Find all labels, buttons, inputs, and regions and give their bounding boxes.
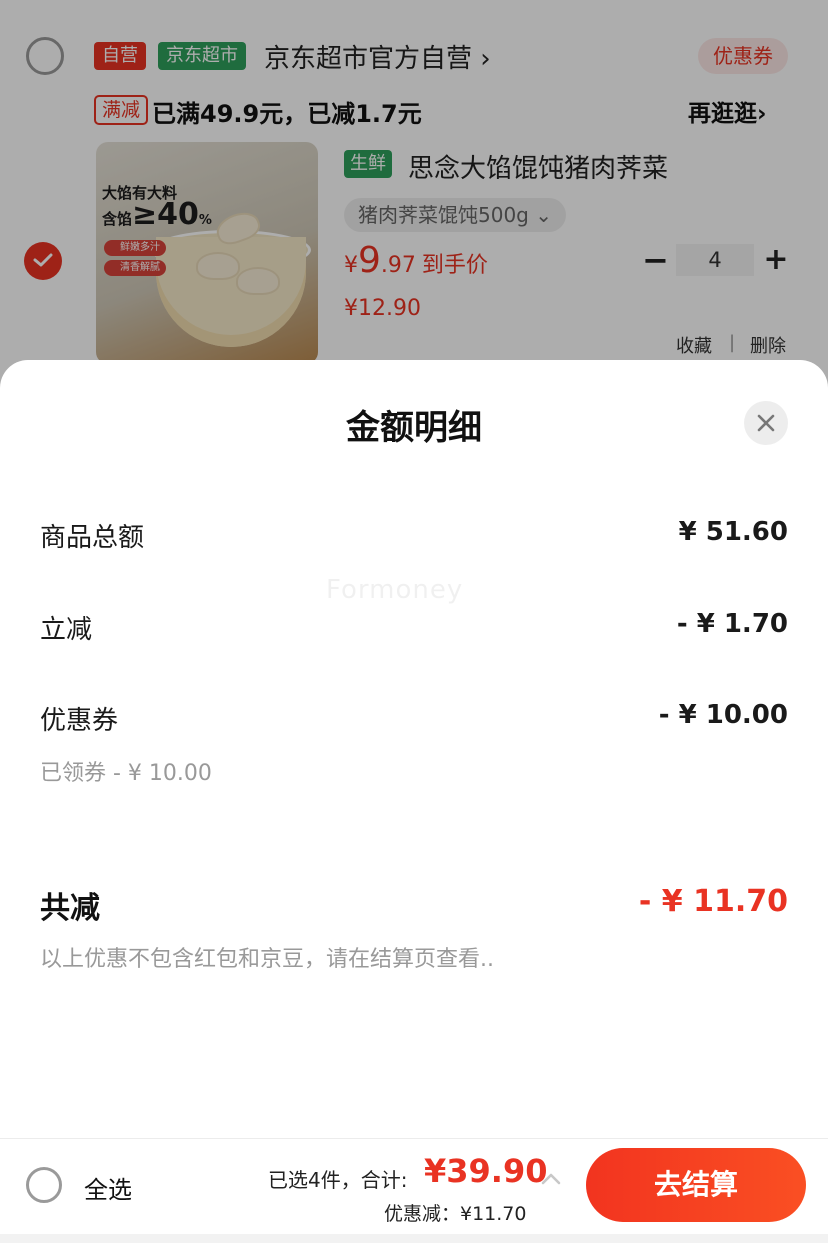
goods-total-value: ¥ 51.60 <box>678 517 788 547</box>
chevron-up-icon[interactable] <box>540 1172 562 1186</box>
instant-discount-value: - ¥ 1.70 <box>676 609 788 639</box>
coupon-label: 优惠券 <box>40 706 119 736</box>
checkout-button[interactable]: 去结算 <box>586 1148 806 1222</box>
select-all-radio[interactable] <box>26 1167 62 1203</box>
coupon-claimed-note: 已领券 - ¥ 10.00 <box>40 761 212 786</box>
amount-detail-sheet <box>0 360 828 1140</box>
instant-discount-label: 立减 <box>40 615 93 645</box>
select-all-label[interactable]: 全选 <box>84 1170 132 1205</box>
watermark: Formoney <box>326 575 464 605</box>
selected-summary: 已选4件，合计: <box>268 1168 408 1192</box>
goods-total-label: 商品总额 <box>40 523 145 553</box>
total-discount-value: - ¥ 11.70 <box>638 884 788 919</box>
coupon-value: - ¥ 10.00 <box>658 700 788 730</box>
discount-footnote: 以上优惠不包含红包和京豆，请在结算页查看.. <box>40 947 494 972</box>
total-discount-label: 共减 <box>40 891 100 926</box>
close-icon <box>757 414 775 432</box>
close-button[interactable] <box>744 401 788 445</box>
discount-summary[interactable]: 优惠减：¥11.70 <box>384 1199 526 1226</box>
sheet-title: 金额明细 <box>346 408 482 448</box>
cart-total-price: ¥39.90 <box>424 1152 548 1190</box>
bottom-safe-area <box>0 1234 828 1243</box>
